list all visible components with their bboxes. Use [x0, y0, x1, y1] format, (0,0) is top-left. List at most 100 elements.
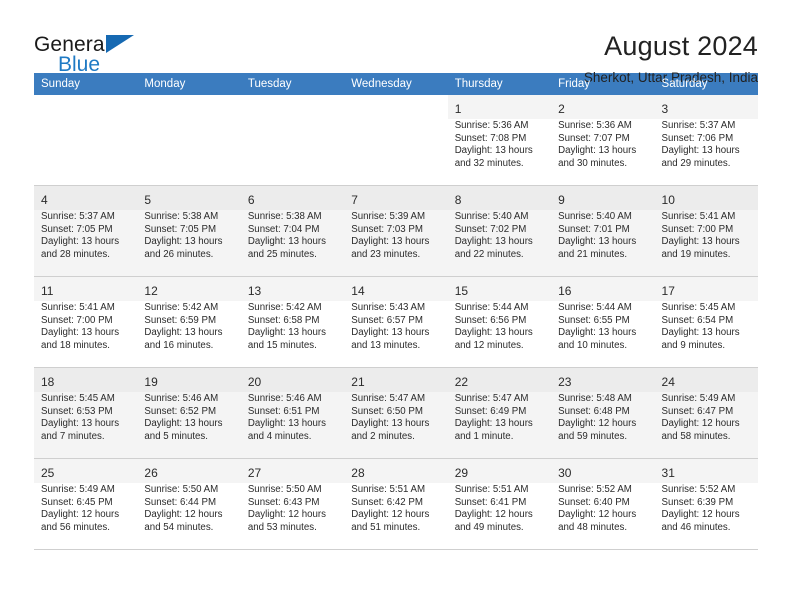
day-number: 17: [661, 284, 675, 298]
calendar-day-cell[interactable]: 18 Sunrise: 5:45 AM Sunset: 6:53 PM Dayligh…: [34, 367, 138, 459]
sunset-text: Sunset: 6:51 PM: [247, 405, 320, 417]
calendar-day-cell[interactable]: 16 Sunrise: 5:44 AM Sunset: 6:55 PM Dayligh…: [551, 276, 655, 368]
calendar-day-cell[interactable]: 9 Sunrise: 5:40 AM Sunset: 7:01 PM Daylight…: [551, 185, 655, 277]
calendar-day-cell[interactable]: 23 Sunrise: 5:48 AM Sunset: 6:48 PM Dayligh…: [551, 367, 655, 459]
sunrise-text: Sunrise: 5:51 AM: [454, 484, 529, 495]
sunset-text: Sunset: 6:58 PM: [247, 314, 320, 326]
calendar-day-cell[interactable]: 26 Sunrise: 5:50 AM Sunset: 6:44 PM Dayligh…: [137, 458, 241, 550]
calendar-day-cell[interactable]: 12 Sunrise: 5:42 AM Sunset: 6:59 PM Dayligh…: [137, 276, 241, 368]
calendar-day-cell[interactable]: 25 Sunrise: 5:49 AM Sunset: 6:45 PM Dayligh…: [34, 458, 138, 550]
sunset-text: Sunset: 7:00 PM: [661, 223, 734, 235]
calendar-day-cell[interactable]: 30 Sunrise: 5:52 AM Sunset: 6:40 PM Dayligh…: [551, 458, 655, 550]
daylight-text-line1: Daylight: 13 hours: [661, 145, 740, 157]
day-number-band: 3: [654, 95, 758, 119]
day-number-band: 19: [137, 368, 241, 392]
day-cell-content: 20 Sunrise: 5:46 AM Sunset: 6:51 PM Dayligh…: [240, 368, 345, 458]
daylight-text-line2: and 22 minutes.: [454, 248, 524, 260]
sunrise-text: Sunrise: 5:46 AM: [247, 393, 322, 404]
daylight-text-line1: Daylight: 13 hours: [558, 327, 637, 339]
day-number-band: 11: [34, 277, 138, 301]
day-number-band: 24: [654, 368, 758, 392]
calendar-day-cell[interactable]: 15 Sunrise: 5:44 AM Sunset: 6:56 PM Dayligh…: [447, 276, 552, 368]
sunset-text: Sunset: 6:42 PM: [351, 496, 423, 508]
calendar-day-cell[interactable]: 20 Sunrise: 5:46 AM Sunset: 6:51 PM Dayligh…: [240, 367, 345, 459]
calendar-day-cell[interactable]: 31 Sunrise: 5:52 AM Sunset: 6:39 PM Dayligh…: [654, 458, 758, 550]
daylight-text-line2: and 54 minutes.: [144, 521, 214, 533]
day-number-band: 10: [654, 186, 758, 210]
calendar-day-cell[interactable]: 7 Sunrise: 5:39 AM Sunset: 7:03 PM Daylight…: [344, 185, 448, 277]
day-details: Sunrise: 5:45 AM Sunset: 6:54 PM Daylight:…: [662, 302, 751, 352]
calendar-day-cell[interactable]: 22 Sunrise: 5:47 AM Sunset: 6:49 PM Dayligh…: [447, 367, 552, 459]
day-number: 19: [144, 375, 158, 389]
calendar-day-cell[interactable]: 17 Sunrise: 5:45 AM Sunset: 6:54 PM Dayligh…: [654, 276, 758, 368]
calendar-day-cell[interactable]: 29 Sunrise: 5:51 AM Sunset: 6:41 PM Dayligh…: [447, 458, 552, 550]
daylight-text-line1: Daylight: 12 hours: [144, 509, 223, 521]
day-number-band: 4: [34, 186, 138, 210]
calendar-day-cell[interactable]: 11 Sunrise: 5:41 AM Sunset: 7:00 PM Dayligh…: [34, 276, 138, 368]
day-number: 28: [351, 466, 365, 480]
day-number-band: [34, 95, 137, 119]
daylight-text-line1: Daylight: 13 hours: [41, 418, 120, 430]
daylight-text-line2: and 18 minutes.: [41, 339, 110, 351]
calendar-day-cell[interactable]: 2 Sunrise: 5:36 AM Sunset: 7:07 PM Daylight…: [551, 95, 655, 186]
calendar-day-cell[interactable]: 13 Sunrise: 5:42 AM Sunset: 6:58 PM Dayligh…: [240, 276, 345, 368]
day-number-band: 8: [447, 186, 552, 210]
daylight-text-line1: Daylight: 12 hours: [41, 509, 120, 521]
sunrise-text: Sunrise: 5:38 AM: [144, 211, 219, 222]
day-details: Sunrise: 5:45 AM Sunset: 6:53 PM Daylight:…: [41, 393, 130, 443]
day-number-band: 14: [344, 277, 448, 301]
day-details: Sunrise: 5:38 AM Sunset: 7:04 PM Daylight:…: [248, 211, 337, 261]
sunset-text: Sunset: 6:55 PM: [558, 314, 630, 326]
daylight-text-line1: Daylight: 13 hours: [351, 327, 430, 339]
calendar-day-cell[interactable]: 14 Sunrise: 5:43 AM Sunset: 6:57 PM Dayligh…: [344, 276, 448, 368]
day-cell-content: 22 Sunrise: 5:47 AM Sunset: 6:49 PM Dayligh…: [447, 368, 552, 458]
calendar-table: Sunday Monday Tuesday Wednesday Thursday…: [34, 73, 758, 550]
sunset-text: Sunset: 6:47 PM: [661, 405, 734, 417]
calendar-day-cell[interactable]: 10 Sunrise: 5:41 AM Sunset: 7:00 PM Dayligh…: [654, 185, 758, 277]
calendar-day-cell[interactable]: 5 Sunrise: 5:38 AM Sunset: 7:05 PM Daylight…: [137, 185, 241, 277]
daylight-text-line1: Daylight: 13 hours: [144, 236, 223, 248]
day-cell-content: 3 Sunrise: 5:37 AM Sunset: 7:06 PM Daylight…: [654, 95, 758, 185]
day-number: 3: [661, 102, 669, 116]
day-number-band: [344, 95, 447, 119]
day-details: Sunrise: 5:40 AM Sunset: 7:02 PM Daylight:…: [455, 211, 544, 261]
day-number-band: 9: [551, 186, 655, 210]
day-cell-content: 12 Sunrise: 5:42 AM Sunset: 6:59 PM Dayligh…: [137, 277, 241, 367]
sunrise-text: Sunrise: 5:37 AM: [661, 120, 736, 131]
day-number: 13: [247, 284, 262, 298]
calendar-day-cell[interactable]: 4 Sunrise: 5:37 AM Sunset: 7:05 PM Daylight…: [34, 185, 138, 277]
day-number: 9: [558, 193, 565, 207]
calendar-day-cell[interactable]: 1 Sunrise: 5:36 AM Sunset: 7:08 PM Daylight…: [447, 95, 552, 186]
calendar-day-cell[interactable]: 28 Sunrise: 5:51 AM Sunset: 6:42 PM Dayligh…: [344, 458, 448, 550]
daylight-text-line2: and 15 minutes.: [247, 339, 317, 351]
day-number: 4: [41, 193, 48, 207]
sunrise-text: Sunrise: 5:47 AM: [351, 393, 426, 404]
daylight-text-line1: Daylight: 12 hours: [661, 418, 740, 430]
sunrise-text: Sunrise: 5:40 AM: [454, 211, 529, 222]
calendar-day-cell[interactable]: 21 Sunrise: 5:47 AM Sunset: 6:50 PM Dayligh…: [344, 367, 448, 459]
day-number: 11: [41, 284, 54, 298]
day-details: Sunrise: 5:49 AM Sunset: 6:47 PM Daylight:…: [662, 393, 751, 443]
calendar-day-cell[interactable]: 3 Sunrise: 5:37 AM Sunset: 7:06 PM Daylight…: [654, 95, 758, 186]
day-details: Sunrise: 5:51 AM Sunset: 6:41 PM Daylight:…: [455, 484, 544, 534]
calendar-week-row: 18 Sunrise: 5:45 AM Sunset: 6:53 PM Dayligh…: [34, 367, 758, 459]
daylight-text-line2: and 28 minutes.: [41, 248, 110, 260]
calendar-day-cell[interactable]: 6 Sunrise: 5:38 AM Sunset: 7:04 PM Daylight…: [240, 185, 345, 277]
calendar-day-cell[interactable]: 24 Sunrise: 5:49 AM Sunset: 6:47 PM Dayligh…: [654, 367, 758, 459]
daylight-text-line2: and 26 minutes.: [144, 248, 214, 260]
calendar-day-cell[interactable]: 27 Sunrise: 5:50 AM Sunset: 6:43 PM Dayligh…: [240, 458, 345, 550]
day-number: 2: [558, 102, 565, 116]
daylight-text-line2: and 7 minutes.: [41, 430, 105, 442]
sunrise-text: Sunrise: 5:44 AM: [558, 302, 632, 313]
day-number-band: 20: [240, 368, 345, 392]
daylight-text-line1: Daylight: 12 hours: [351, 509, 430, 521]
sunset-text: Sunset: 7:07 PM: [558, 132, 630, 144]
calendar-day-cell[interactable]: 19 Sunrise: 5:46 AM Sunset: 6:52 PM Dayligh…: [137, 367, 241, 459]
calendar-day-cell[interactable]: 8 Sunrise: 5:40 AM Sunset: 7:02 PM Daylight…: [447, 185, 552, 277]
day-number: 26: [144, 466, 158, 480]
day-cell-content: 10 Sunrise: 5:41 AM Sunset: 7:00 PM Dayligh…: [654, 186, 758, 276]
daylight-text-line2: and 1 minute.: [454, 430, 514, 442]
day-cell-content: 4 Sunrise: 5:37 AM Sunset: 7:05 PM Daylight…: [34, 186, 138, 276]
daylight-text-line1: Daylight: 13 hours: [454, 145, 533, 157]
general-blue-logo[interactable]: General Blue: [34, 30, 154, 82]
